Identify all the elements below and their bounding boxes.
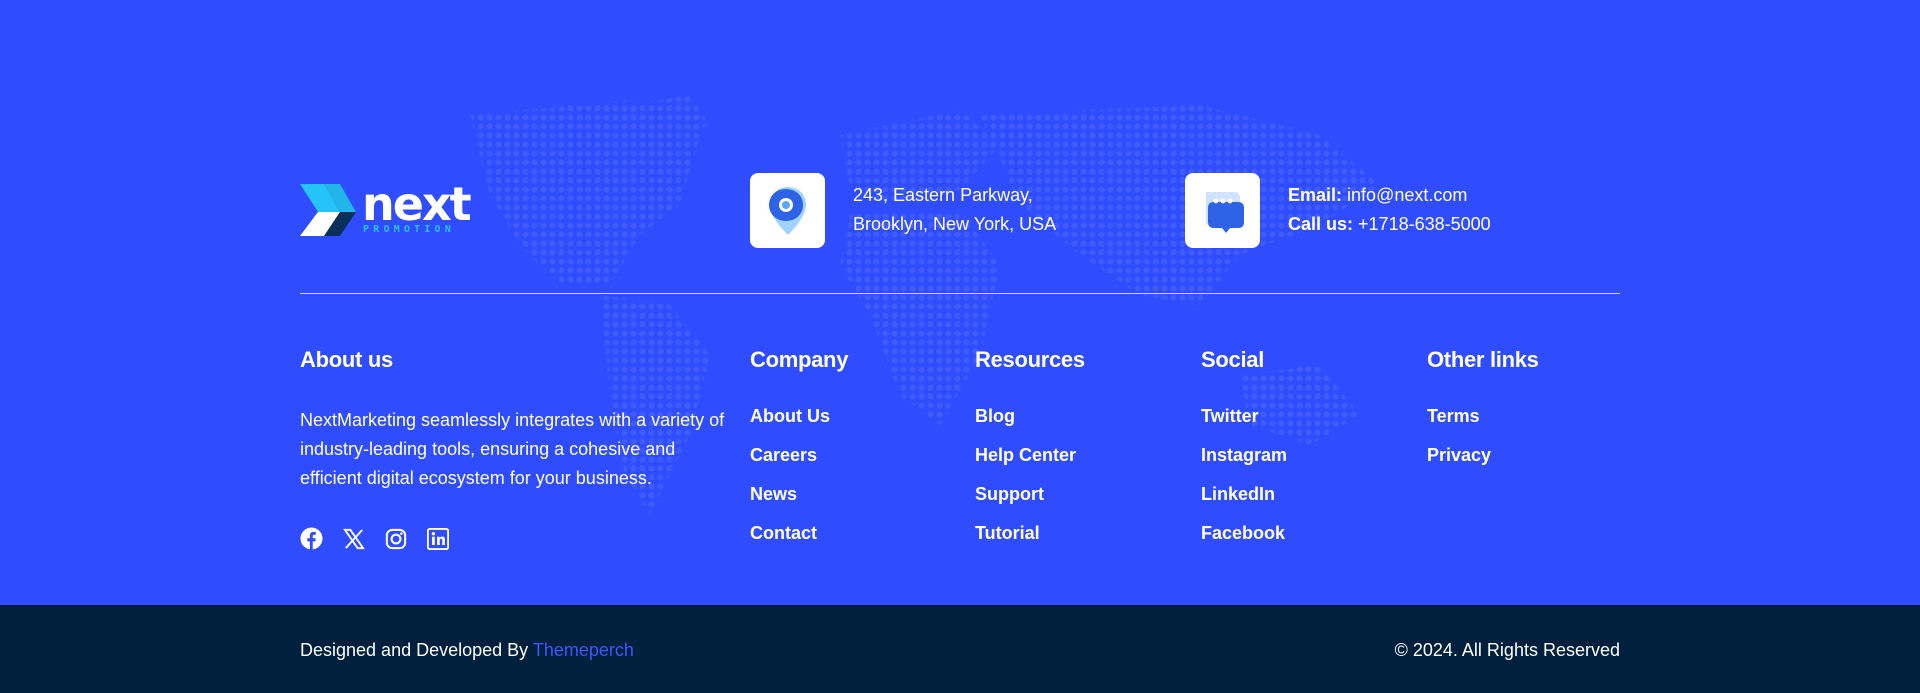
linkedin-icon[interactable]	[426, 527, 449, 550]
location-pin-icon	[768, 186, 806, 235]
email-value[interactable]: info@next.com	[1347, 185, 1467, 205]
about-text: NextMarketing seamlessly integrates with…	[300, 410, 725, 488]
credit-text: Designed and Developed By Themeperch	[300, 639, 634, 661]
link-terms[interactable]: Terms	[1427, 406, 1491, 445]
location-icon-box	[750, 173, 825, 248]
x-twitter-icon[interactable]	[342, 527, 365, 550]
credit-prefix: Designed and Developed By	[300, 640, 529, 660]
link-blog[interactable]: Blog	[975, 406, 1076, 445]
email-label: Email:	[1288, 185, 1343, 205]
brand-logo[interactable]: next PROMOTION	[300, 178, 480, 240]
chat-icon-box	[1185, 173, 1260, 248]
address-block: 243, Eastern Parkway, Brooklyn, New York…	[853, 181, 1056, 239]
resources-links: Blog Help Center Support Tutorial	[975, 406, 1076, 562]
link-careers[interactable]: Careers	[750, 445, 830, 484]
footer-bottom-bar: Designed and Developed By Themeperch © 2…	[0, 605, 1920, 693]
social-title: Social	[1201, 347, 1265, 372]
logo-wordmark: next	[362, 177, 472, 231]
contact-block: Email: info@next.com Call us: +1718-638-…	[1288, 181, 1491, 239]
facebook-icon[interactable]	[300, 527, 323, 550]
other-links-title: Other links	[1427, 347, 1539, 372]
social-links: Twitter Instagram LinkedIn Facebook	[1201, 406, 1287, 562]
themeperch-link[interactable]: Themeperch	[533, 640, 634, 660]
other-links: Terms Privacy	[1427, 406, 1491, 484]
social-icon-row	[300, 527, 449, 550]
phone-value[interactable]: +1718-638-5000	[1358, 214, 1491, 234]
link-help-center[interactable]: Help Center	[975, 445, 1076, 484]
phone-label: Call us:	[1288, 214, 1354, 234]
link-tutorial[interactable]: Tutorial	[975, 523, 1076, 562]
link-news[interactable]: News	[750, 484, 830, 523]
link-facebook[interactable]: Facebook	[1201, 523, 1287, 562]
company-title: Company	[750, 347, 849, 372]
link-about-us[interactable]: About Us	[750, 406, 830, 445]
footer-main: next PROMOTION 243, Eastern Parkway, Bro…	[0, 0, 1920, 605]
world-map-background	[470, 95, 1380, 515]
link-instagram[interactable]: Instagram	[1201, 445, 1287, 484]
link-linkedin[interactable]: LinkedIn	[1201, 484, 1287, 523]
link-twitter[interactable]: Twitter	[1201, 406, 1287, 445]
address-line-1: 243, Eastern Parkway,	[853, 185, 1033, 205]
company-links: About Us Careers News Contact	[750, 406, 830, 562]
link-support[interactable]: Support	[975, 484, 1076, 523]
link-contact[interactable]: Contact	[750, 523, 830, 562]
address-line-2: Brooklyn, New York, USA	[853, 214, 1057, 234]
resources-title: Resources	[975, 347, 1085, 372]
chat-bubble-icon	[1205, 191, 1244, 233]
logo-chevron-icon	[300, 184, 356, 236]
email-row[interactable]: Email: info@next.com	[1288, 181, 1491, 210]
instagram-icon[interactable]	[384, 527, 407, 550]
about-title: About us	[300, 347, 393, 372]
copyright-text: © 2024. All Rights Reserved	[1394, 640, 1620, 660]
footer-divider	[300, 293, 1620, 294]
logo-tagline: PROMOTION	[363, 224, 455, 235]
phone-row[interactable]: Call us: +1718-638-5000	[1288, 210, 1491, 239]
link-privacy[interactable]: Privacy	[1427, 445, 1491, 484]
